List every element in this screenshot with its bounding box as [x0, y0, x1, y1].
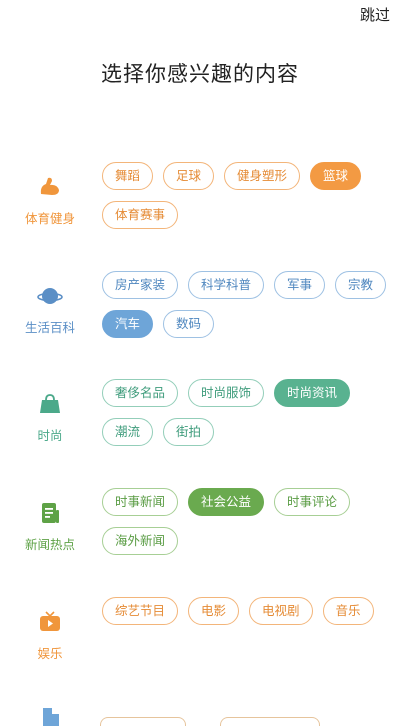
tag-fitness[interactable]: 健身塑形 — [224, 162, 301, 190]
category-entertainment: 娱乐 — [14, 609, 86, 662]
category-news: 新闻热点 — [14, 500, 86, 553]
tag-list: 舞蹈 足球 健身塑形 篮球 体育赛事 — [102, 162, 392, 229]
category-label: 生活百科 — [24, 320, 75, 335]
tag-fashion-wear[interactable]: 时尚服饰 — [188, 379, 265, 407]
newspaper-icon — [42, 503, 59, 523]
tag-basketball[interactable]: 篮球 — [310, 162, 362, 190]
tag-digital[interactable]: 数码 — [163, 310, 215, 338]
tv-icon — [40, 611, 60, 631]
tag-football[interactable]: 足球 — [163, 162, 215, 190]
tag-street-snap[interactable]: 街拍 — [163, 418, 215, 446]
tag-variety-show[interactable]: 综艺节目 — [102, 597, 179, 625]
tag-overseas-news[interactable]: 海外新闻 — [102, 527, 179, 555]
page-title: 选择你感兴趣的内容 — [101, 62, 299, 86]
category-label: 时尚 — [37, 428, 63, 443]
partial-tag — [220, 717, 320, 726]
tag-current-news[interactable]: 时事新闻 — [102, 488, 179, 516]
tag-fashion-news[interactable]: 时尚资讯 — [274, 379, 351, 407]
tag-cars[interactable]: 汽车 — [102, 310, 154, 338]
tag-list: 综艺节目 电影 电视剧 音乐 — [102, 597, 392, 625]
tag-science[interactable]: 科学科普 — [188, 271, 265, 299]
tag-luxury[interactable]: 奢侈名品 — [102, 379, 179, 407]
building-icon — [43, 708, 59, 726]
tag-real-estate[interactable]: 房产家装 — [102, 271, 179, 299]
skip-button[interactable]: 跳过 — [360, 4, 390, 25]
tag-list: 奢侈名品 时尚服饰 时尚资讯 潮流 街拍 — [102, 379, 392, 446]
tag-trend[interactable]: 潮流 — [102, 418, 154, 446]
tag-sports-events[interactable]: 体育赛事 — [102, 201, 179, 229]
tag-military[interactable]: 军事 — [274, 271, 326, 299]
tag-public-welfare[interactable]: 社会公益 — [188, 488, 265, 516]
tag-tv-series[interactable]: 电视剧 — [249, 597, 313, 625]
category-label: 体育健身 — [24, 211, 75, 226]
tag-commentary[interactable]: 时事评论 — [274, 488, 351, 516]
category-life: 生活百科 — [14, 283, 86, 336]
tag-list: 房产家装 科学科普 军事 宗教 汽车 数码 — [102, 271, 392, 338]
category-label: 新闻热点 — [24, 537, 75, 552]
partial-tag — [100, 717, 186, 726]
handbag-icon — [40, 394, 60, 413]
tag-list: 时事新闻 社会公益 时事评论 海外新闻 — [102, 488, 392, 555]
category-label: 娱乐 — [37, 646, 63, 661]
category-sports: 体育健身 — [14, 174, 86, 227]
muscle-arm-icon — [40, 177, 59, 195]
tag-movie[interactable]: 电影 — [188, 597, 240, 625]
planet-icon — [37, 288, 63, 304]
tag-dance[interactable]: 舞蹈 — [102, 162, 154, 190]
tag-religion[interactable]: 宗教 — [335, 271, 387, 299]
category-fashion: 时尚 — [14, 391, 86, 444]
tag-music[interactable]: 音乐 — [322, 597, 374, 625]
